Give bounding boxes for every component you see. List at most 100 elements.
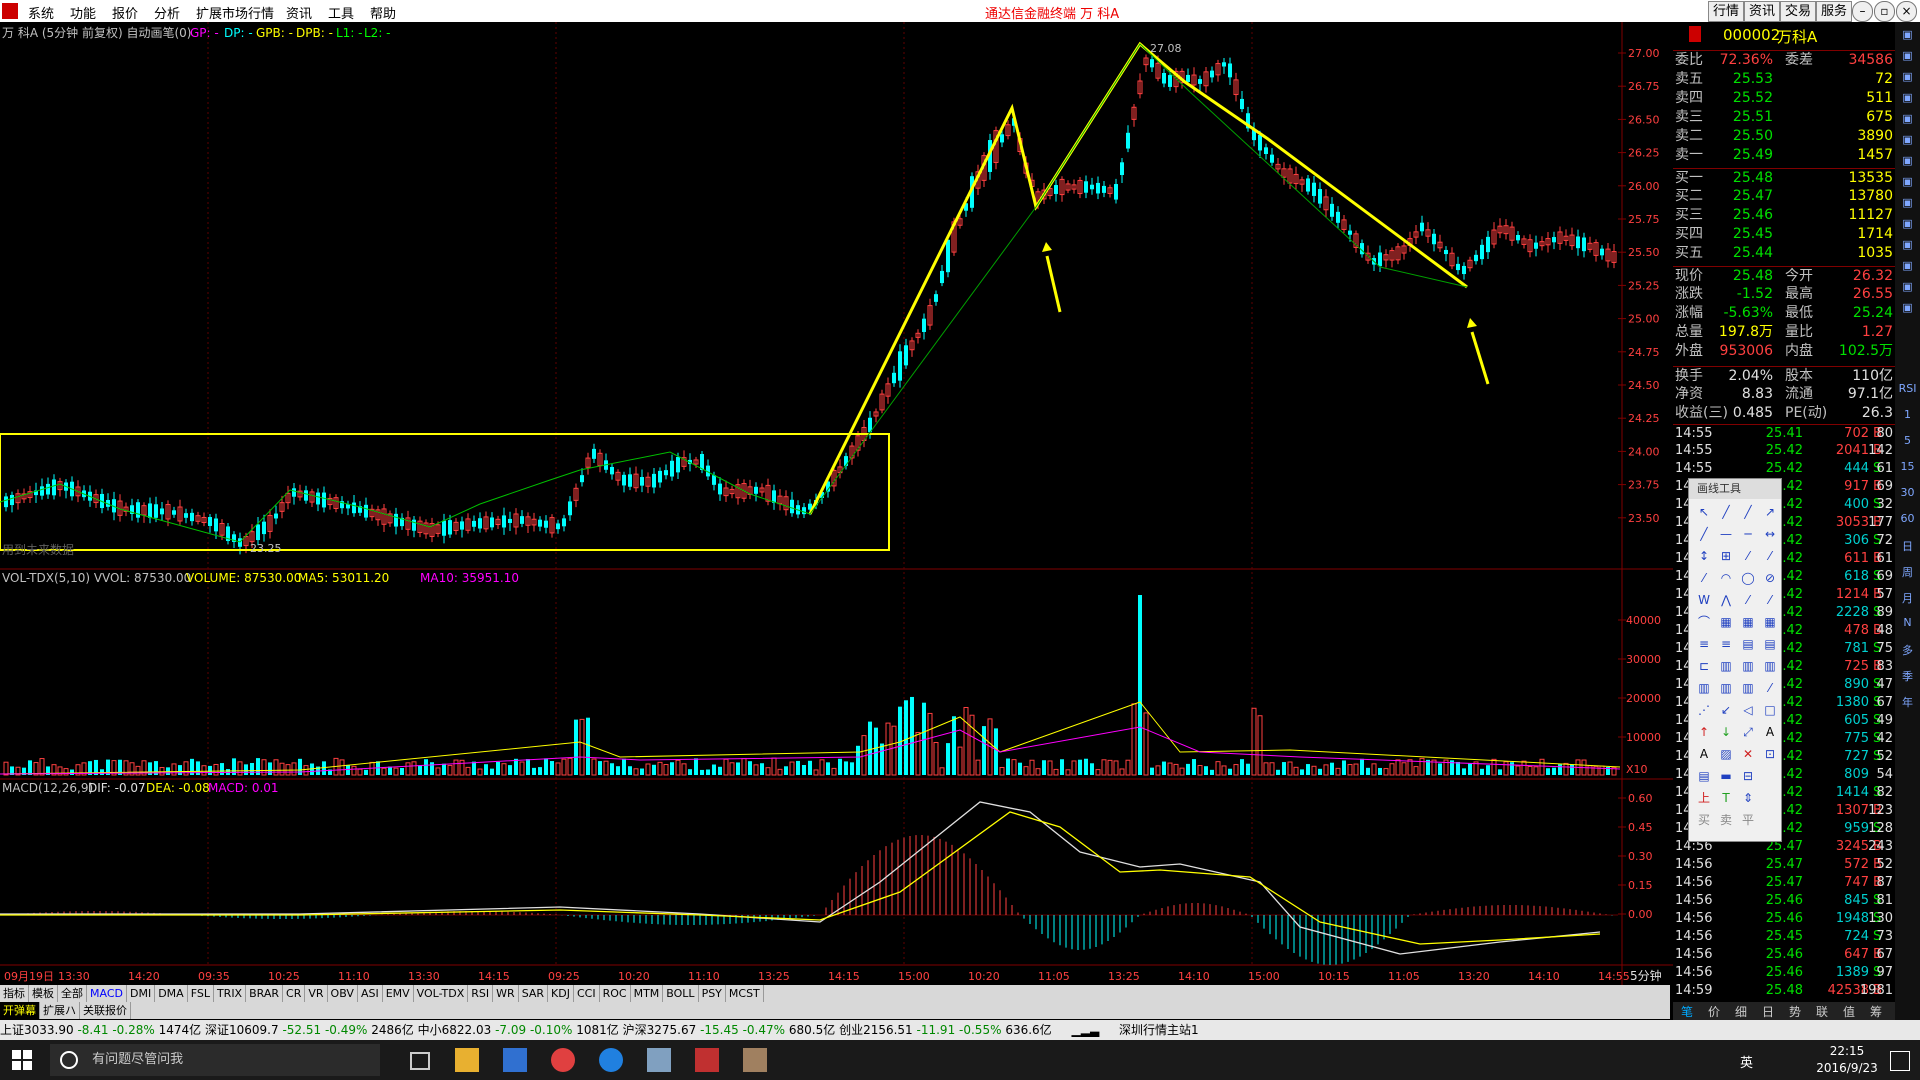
draw-tool-icon[interactable]: ⤢ [1739, 723, 1757, 741]
draw-tool-icon[interactable]: ⊏ [1695, 657, 1713, 675]
sell-level[interactable]: 卖二 25.50 3890 [1673, 127, 1895, 146]
indicator-tab-vr[interactable]: VR [305, 985, 328, 1002]
draw-tool-icon[interactable]: ≡ [1695, 635, 1713, 653]
indicator-tab-fsl[interactable]: FSL [188, 985, 214, 1002]
buy-level[interactable]: 买三 25.46 11127 [1673, 206, 1895, 225]
menu-news[interactable]: 资讯 [286, 3, 312, 22]
tdx-icon[interactable] [695, 1048, 719, 1072]
chrome-icon[interactable] [551, 1048, 575, 1072]
draw-tool-icon[interactable]: ↙ [1717, 701, 1735, 719]
app-icon[interactable] [647, 1048, 671, 1072]
file-explorer-icon[interactable] [455, 1048, 479, 1072]
draw-tool-icon[interactable]: ╱ [1695, 525, 1713, 543]
draw-tool-icon[interactable]: ▥ [1717, 679, 1735, 697]
period-label[interactable]: 5分钟 [1630, 968, 1662, 983]
draw-tool-icon[interactable]: ⊘ [1761, 569, 1779, 587]
draw-tool-icon[interactable]: ✕ [1739, 745, 1757, 763]
draw-tool-icon[interactable]: ▥ [1761, 657, 1779, 675]
indicator-tab-rsi[interactable]: RSI [468, 985, 494, 1002]
indicator-tab-roc[interactable]: ROC [600, 985, 631, 1002]
draw-tool-icon[interactable]: ⁄ [1739, 591, 1757, 609]
draw-tool-icon[interactable]: T [1717, 789, 1735, 807]
draw-tool-icon[interactable]: ≡ [1717, 635, 1735, 653]
draw-tool-icon[interactable]: ▤ [1761, 635, 1779, 653]
sidebar-tool-icon[interactable]: ▣ [1897, 175, 1918, 193]
sidebar-period-9[interactable]: N [1897, 616, 1918, 634]
indicator-tab-sar[interactable]: SAR [519, 985, 549, 1002]
sidebar-period-10[interactable]: 多 [1897, 642, 1918, 660]
menu-analysis[interactable]: 分析 [154, 3, 180, 22]
indicator-tab-cr[interactable]: CR [283, 985, 306, 1002]
draw-tool-icon[interactable] [1761, 811, 1779, 829]
buy-level[interactable]: 买五 25.44 1035 [1673, 244, 1895, 263]
indicator-tab-boll[interactable]: BOLL [663, 985, 699, 1002]
draw-tool-icon[interactable]: ╱ [1717, 503, 1735, 521]
draw-tool-icon[interactable]: ⌒ [1695, 613, 1713, 631]
draw-tool-icon[interactable]: ▨ [1717, 745, 1735, 763]
sidebar-period-0[interactable]: RSI [1897, 382, 1918, 400]
quote-tab[interactable]: 细 [1735, 1003, 1747, 1020]
indicator-tab-cci[interactable]: CCI [574, 985, 600, 1002]
menu-tools[interactable]: 工具 [328, 3, 354, 22]
draw-tool-icon[interactable]: ⋰ [1695, 701, 1713, 719]
draw-tool-icon[interactable]: 平 [1739, 811, 1757, 829]
bottom-tab[interactable]: 关联报价 [80, 1002, 131, 1019]
indicator-tab-obv[interactable]: OBV [328, 985, 358, 1002]
buy-level[interactable]: 买四 25.45 1714 [1673, 225, 1895, 244]
restore-icon[interactable]: ▫ [1874, 1, 1895, 22]
task-view-icon[interactable] [410, 1052, 430, 1070]
indicator-tab-brar[interactable]: BRAR [246, 985, 284, 1002]
buy-level[interactable]: 买二 25.47 13780 [1673, 187, 1895, 206]
sidebar-tool-icon[interactable]: ▣ [1897, 196, 1918, 214]
draw-tool-icon[interactable]: ⁄ [1695, 569, 1713, 587]
sell-level[interactable]: 卖三 25.51 675 [1673, 108, 1895, 127]
menu-help[interactable]: 帮助 [370, 3, 396, 22]
windows-start-icon[interactable] [12, 1050, 32, 1070]
draw-tool-icon[interactable]: ⊡ [1761, 745, 1779, 763]
draw-tool-icon[interactable]: ⁄ [1761, 547, 1779, 565]
kline-chart[interactable]: 万 科A (5分钟 前复权) 自动画笔(0) GP: - DP: - GPB: … [0, 22, 1673, 985]
menu-system[interactable]: 系统 [28, 3, 54, 22]
sidebar-tool-icon[interactable]: ▣ [1897, 28, 1918, 46]
draw-tool-icon[interactable]: □ [1761, 701, 1779, 719]
menu-ext-market[interactable]: 扩展市场行情 [196, 3, 274, 22]
minimize-icon[interactable]: – [1852, 1, 1873, 22]
draw-tool-icon[interactable]: ▦ [1739, 613, 1757, 631]
sidebar-period-6[interactable]: 日 [1897, 538, 1918, 556]
quote-tab[interactable]: 筹 [1870, 1003, 1882, 1020]
draw-tool-icon[interactable]: ⁄ [1739, 547, 1757, 565]
draw-tool-icon[interactable]: 买 [1695, 811, 1713, 829]
sidebar-tool-icon[interactable]: ▣ [1897, 280, 1918, 298]
indicator-tab-psy[interactable]: PSY [699, 985, 726, 1002]
draw-tool-icon[interactable]: ◁ [1739, 701, 1757, 719]
draw-tool-icon[interactable]: ⋀ [1717, 591, 1735, 609]
sidebar-period-12[interactable]: 年 [1897, 694, 1918, 712]
sidebar-period-3[interactable]: 15 [1897, 460, 1918, 478]
draw-tool-icon[interactable]: A [1695, 745, 1713, 763]
menu-quote[interactable]: 报价 [112, 3, 138, 22]
sidebar-tool-icon[interactable]: ▣ [1897, 112, 1918, 130]
store-icon[interactable] [503, 1048, 527, 1072]
draw-tool-icon[interactable]: ↖ [1695, 503, 1713, 521]
menu-function[interactable]: 功能 [70, 3, 96, 22]
quote-tab[interactable]: 势 [1789, 1003, 1801, 1020]
btn-trade[interactable]: 交易 [1780, 1, 1817, 22]
edge-icon[interactable] [599, 1048, 623, 1072]
sidebar-period-4[interactable]: 30 [1897, 486, 1918, 504]
draw-tool-icon[interactable]: ⁄ [1761, 679, 1779, 697]
draw-tool-icon[interactable]: A [1761, 723, 1779, 741]
taskbar-clock[interactable]: 22:15 2016/9/23 [1812, 1043, 1882, 1077]
indicator-tab-asi[interactable]: ASI [358, 985, 383, 1002]
notification-icon[interactable] [1890, 1051, 1910, 1071]
sidebar-tool-icon[interactable]: ▣ [1897, 133, 1918, 151]
sidebar-period-8[interactable]: 月 [1897, 590, 1918, 608]
drawing-toolbox[interactable]: 画线工具 ↖ ╱ ╱ ↗ ╱ — ─ ↔ ↕ ⊞ ⁄ ⁄ ⁄ ◠ ◯ ⊘ W ⋀ ⁄ ⁄ ⌒ ▦ ▦ ▦ ≡ ≡ ▤ ▤ ⊏ ▥ ▥ ▥ ▥ ▥ ▥… [1688, 478, 1782, 842]
sidebar-period-2[interactable]: 5 [1897, 434, 1918, 452]
draw-tool-icon[interactable]: ◠ [1717, 569, 1735, 587]
draw-tool-icon[interactable]: ─ [1739, 525, 1757, 543]
indicator-tab-指标[interactable]: 指标 [0, 985, 29, 1002]
draw-tool-icon[interactable]: ▥ [1717, 657, 1735, 675]
draw-tool-icon[interactable]: ↓ [1717, 723, 1735, 741]
draw-tool-icon[interactable]: ▤ [1695, 767, 1713, 785]
buy-level[interactable]: 买一 25.48 13535 [1673, 168, 1895, 188]
